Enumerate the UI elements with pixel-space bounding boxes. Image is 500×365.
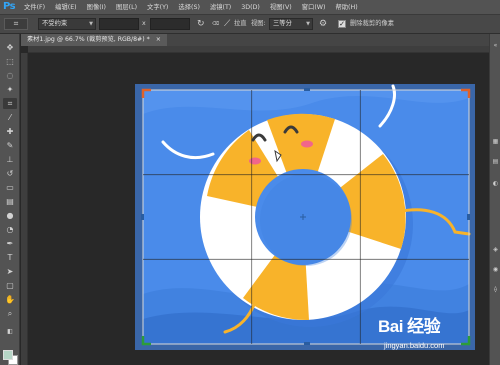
chevron-down-icon: ▼ [89, 21, 93, 27]
ruler-horizontal [28, 46, 489, 53]
panel-icon-history[interactable]: ▦ [492, 138, 499, 145]
crop-icon: ⌗ [13, 19, 19, 28]
watermark-url: jingyan.baidu.com [384, 341, 445, 350]
path-selection-tool-icon[interactable]: ➤ [3, 266, 17, 277]
delete-cropped-checkbox[interactable]: ✓ [338, 20, 346, 28]
pen-tool-icon[interactable]: ✒ [3, 238, 17, 249]
brush-tool-icon[interactable]: ✎ [3, 140, 17, 151]
menu-edit[interactable]: 编辑(E) [55, 2, 77, 13]
dodge-tool-icon[interactable]: ◔ [3, 224, 17, 235]
blur-tool-icon[interactable]: ● [3, 210, 17, 221]
document-tab-bar: 素材1.jpg @ 66.7% (裁剪预览, RGB/8#) * × [21, 34, 489, 46]
panel-icon-paths[interactable]: ⟠ [492, 286, 499, 293]
view-select-value: 三等分 [273, 20, 292, 27]
panel-collapse-icon[interactable]: « [492, 42, 499, 49]
clear-button[interactable]: ⌫ [212, 18, 219, 30]
view-label: 视图: [251, 20, 266, 27]
magic-wand-tool-icon[interactable]: ✦ [3, 84, 17, 95]
ruler-vertical [21, 53, 28, 365]
crop-tool-icon[interactable]: ⌗ [3, 98, 17, 109]
history-brush-tool-icon[interactable]: ↺ [3, 168, 17, 179]
document-tab[interactable]: 素材1.jpg @ 66.7% (裁剪预览, RGB/8#) * × [21, 34, 167, 46]
ratio-select[interactable]: 不受约束 ▼ [38, 18, 96, 30]
type-tool-icon[interactable]: T [3, 252, 17, 263]
panel-icon-layers[interactable]: ◈ [492, 246, 499, 253]
menu-layer[interactable]: 图层(L) [116, 2, 137, 13]
width-field[interactable] [99, 18, 139, 30]
menu-type[interactable]: 文字(Y) [147, 2, 168, 13]
menu-help[interactable]: 帮助(H) [335, 2, 357, 13]
document-tab-title: 素材1.jpg @ 66.7% (裁剪预览, RGB/8#) * [27, 36, 150, 43]
default-colors-icon[interactable]: ◧ [3, 326, 17, 337]
watermark-brand: Bai 经验 [378, 317, 441, 336]
shape-tool-icon[interactable]: ▢ [3, 280, 17, 291]
panel-icon-properties[interactable]: ▤ [492, 158, 499, 165]
menu-file[interactable]: 文件(F) [24, 2, 45, 13]
straighten-icon[interactable]: ⟋ [224, 18, 230, 30]
menu-image[interactable]: 图像(I) [87, 2, 106, 13]
eyedropper-tool-icon[interactable]: ⁄ [3, 112, 17, 123]
menu-list: 文件(F) 编辑(E) 图像(I) 图层(L) 文字(Y) 选择(S) 滤镜(T… [24, 2, 368, 13]
panel-icon-channels[interactable]: ◉ [492, 266, 499, 273]
close-icon[interactable]: × [156, 36, 161, 43]
lasso-tool-icon[interactable]: ◌ [3, 70, 17, 81]
zoom-tool-icon[interactable]: ⌕ [3, 308, 17, 319]
menu-view[interactable]: 视图(V) [270, 2, 292, 13]
menu-bar: Ps 文件(F) 编辑(E) 图像(I) 图层(L) 文字(Y) 选择(S) 滤… [0, 0, 500, 15]
move-tool-icon[interactable]: ✥ [3, 42, 17, 53]
chevron-down-icon: ▼ [306, 21, 310, 27]
delete-cropped-label: 删除裁剪的像素 [350, 20, 395, 27]
tool-preset-picker[interactable]: ⌗ [4, 18, 28, 30]
hand-tool-icon[interactable]: ✋ [3, 294, 17, 305]
swap-icon[interactable]: ↻ [197, 18, 205, 30]
menu-window[interactable]: 窗口(W) [302, 2, 326, 13]
photoshop-logo: Ps [3, 1, 16, 12]
menu-select[interactable]: 选择(S) [178, 2, 200, 13]
eraser-tool-icon[interactable]: ▭ [3, 182, 17, 193]
ratio-select-value: 不受约束 [42, 20, 68, 27]
gear-icon[interactable]: ⚙ [319, 18, 327, 30]
options-bar: ⌗ 不受约束 ▼ x ↻ ⌫ ⟋ 拉直 视图: 三等分 ▼ ⚙ ✓ 删除裁剪的像… [0, 15, 500, 34]
panel-icon-adjust[interactable]: ◐ [492, 180, 499, 187]
menu-filter[interactable]: 滤镜(T) [210, 2, 231, 13]
swap-x-label[interactable]: x [142, 18, 146, 30]
menu-3d[interactable]: 3D(D) [241, 2, 260, 13]
view-select[interactable]: 三等分 ▼ [269, 18, 313, 30]
foreground-color-swatch[interactable] [3, 350, 13, 360]
stamp-tool-icon[interactable]: ⊥ [3, 154, 17, 165]
right-panel-strip: « ▦ ▤ ◐ ◈ ◉ ⟠ [489, 34, 500, 365]
straighten-label[interactable]: 拉直 [234, 18, 247, 30]
toolbox: ✥ ⬚ ◌ ✦ ⌗ ⁄ ✚ ✎ ⊥ ↺ ▭ ▤ ● ◔ ✒ T ➤ ▢ ✋ ⌕ … [0, 34, 20, 365]
height-field[interactable] [150, 18, 190, 30]
baidu-watermark: Bai 经验 jingyan.baidu.com [378, 308, 488, 360]
gradient-tool-icon[interactable]: ▤ [3, 196, 17, 207]
marquee-tool-icon[interactable]: ⬚ [3, 56, 17, 67]
healing-brush-tool-icon[interactable]: ✚ [3, 126, 17, 137]
